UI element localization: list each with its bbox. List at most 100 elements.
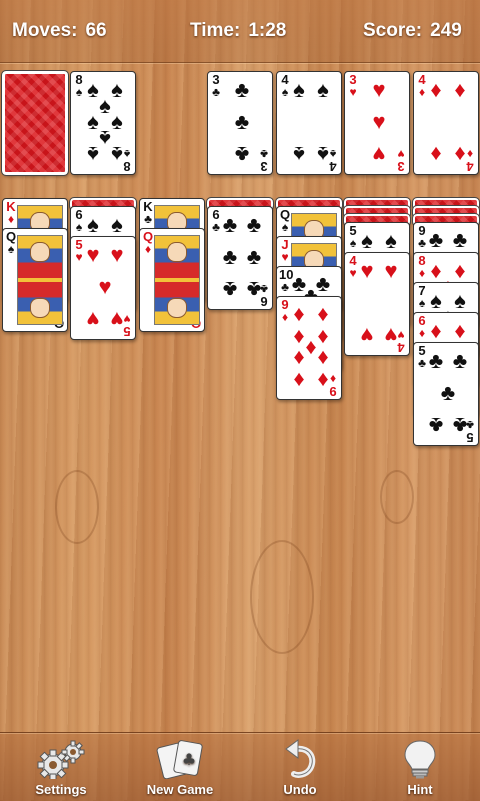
suit-pip: ♥ [372, 77, 386, 103]
suit-pip: ♣ [246, 244, 262, 269]
card-suit: ♠ [7, 242, 15, 256]
card-index: 3 ♥ [395, 147, 407, 174]
suit-pip: ♥ [360, 322, 374, 348]
card-suit: ♦ [7, 212, 15, 226]
card-index: K♦ [5, 200, 17, 225]
suit-pip: ♦ [317, 300, 329, 326]
card-suit: ♣ [260, 147, 268, 161]
score-label: Score: [363, 20, 423, 41]
suit-pip: ♠ [317, 141, 329, 167]
suit-pip: ♥ [384, 322, 398, 348]
tableau-card[interactable]: 9 ♦ 9 ♦ ♦ ♦ ♦ ♦ ♦ ♦ ♦ ♦ ♦ [276, 296, 342, 400]
card-suit: ♥ [349, 85, 357, 99]
wood-knot [250, 540, 314, 654]
suit-pip: ♠ [87, 212, 99, 238]
suit-pip: ♠ [385, 228, 397, 254]
suit-pip: ♥ [86, 242, 100, 268]
suit-pip: ♦ [430, 318, 442, 344]
suit-pip: ♠ [293, 141, 305, 167]
card-index: J♥ [279, 238, 291, 263]
card-suit: ♣ [144, 212, 152, 226]
toolbar: Settings ♣ New Game Undo Hint [0, 732, 480, 801]
court-card-art [154, 235, 200, 325]
suit-pip: ♦ [454, 318, 466, 344]
card-index: Q♠ [279, 208, 291, 233]
suit-pip: ♣ [222, 276, 238, 302]
foundation-card[interactable]: 3 ♣ 3 ♣ ♣ ♣ ♣ [207, 71, 273, 175]
suit-pip: ♦ [317, 368, 329, 394]
suit-pip: ♦ [430, 77, 442, 103]
suit-pip: ♥ [110, 242, 124, 268]
timer: Time: 1:28 [190, 20, 286, 42]
lightbulb-icon [404, 740, 436, 779]
time-label: Time: [190, 20, 241, 41]
wood-knot [55, 470, 99, 544]
card-index: 3 ♣ [210, 73, 222, 98]
card-suit: ♥ [397, 147, 405, 161]
card-rank: 3 [397, 159, 405, 174]
waste-card[interactable]: 8 ♠ 8 ♠ ♠ ♠ ♠ ♠ ♠ ♠ ♠ ♠ [70, 71, 136, 175]
tableau-card[interactable]: 6 ♣ 6 ♣ ♣ ♣ ♣ ♣ ♣ ♣ [207, 206, 273, 310]
hint-button[interactable]: Hint [375, 739, 465, 799]
suit-pip: ♣ [246, 276, 262, 302]
gears-icon [37, 740, 85, 779]
suit-pip: ♣ [452, 348, 468, 374]
suit-pip: ♥ [86, 306, 100, 332]
suit-pip: ♠ [87, 141, 99, 167]
card-suit: ♥ [281, 250, 289, 264]
score-counter: Score: 249 [363, 20, 462, 42]
suit-pip: ♥ [110, 306, 124, 332]
suit-pip: ♣ [222, 212, 238, 238]
card-index: 3 ♣ [258, 147, 270, 174]
card-index: K♣ [142, 200, 154, 225]
suit-pip: ♣ [246, 212, 262, 238]
foundation-card[interactable]: 3 ♥ 3 ♥ ♥ ♥ ♥ [344, 71, 410, 175]
suit-pip: ♠ [317, 77, 329, 103]
tableau-card[interactable]: 5 ♣ 5 ♣ ♣ ♣ ♣ ♣ ♣ [413, 342, 479, 446]
suit-pip: ♦ [454, 77, 466, 103]
moves-counter: Moves: 66 [12, 20, 107, 42]
suit-pip: ♦ [454, 141, 466, 167]
suit-pip: ♣ [428, 412, 444, 438]
suit-pip: ♠ [293, 77, 305, 103]
suit-pip: ♥ [372, 109, 386, 134]
wood-knot [380, 470, 414, 524]
card-index: 3 ♥ [347, 73, 359, 98]
hint-label: Hint [407, 782, 433, 797]
suit-pip: ♥ [372, 141, 386, 167]
suit-pip: ♥ [384, 258, 398, 284]
card-rank: 3 [260, 159, 268, 174]
tableau-card[interactable]: 5 ♥ 5 ♥ ♥ ♥ ♥ ♥ ♥ [70, 236, 136, 340]
settings-button[interactable]: Settings [16, 739, 106, 799]
tableau-card[interactable]: Q♦Q♦ [139, 228, 205, 332]
new-game-button[interactable]: ♣ New Game [135, 739, 225, 799]
time-value: 1:28 [248, 20, 287, 41]
undo-button[interactable]: Undo [255, 739, 345, 799]
moves-label: Moves: [12, 20, 78, 41]
card-suit: ♦ [144, 242, 152, 256]
card-index: Q♦ [142, 230, 154, 255]
tableau-card[interactable]: Q♠Q♠ [2, 228, 68, 332]
status-bar: Moves: 66 Time: 1:28 Score: 249 [0, 0, 480, 63]
suit-pip: ♥ [98, 274, 112, 299]
foundation-card[interactable]: 4 ♦ 4 ♦ ♦ ♦ ♦ ♦ [413, 71, 479, 175]
court-card-art [17, 235, 63, 325]
stock-pile[interactable] [1, 70, 69, 176]
suit-pip: ♣ [222, 244, 238, 269]
suit-pip: ♦ [293, 346, 305, 372]
score-value: 249 [430, 20, 462, 41]
suit-pip: ♣ [452, 412, 468, 438]
card-index: Q♠ [5, 230, 17, 255]
suit-pip: ♣ [234, 141, 250, 167]
foundation-card[interactable]: 4 ♠ 4 ♠ ♠ ♠ ♠ ♠ [276, 71, 342, 175]
suit-pip: ♦ [430, 141, 442, 167]
suit-pip: ♦ [317, 346, 329, 372]
suit-pip: ♦ [293, 368, 305, 394]
tableau-card[interactable]: 4 ♥ 4 ♥ ♥ ♥ ♥ ♥ [344, 252, 410, 356]
suit-pip: ♣ [234, 77, 250, 103]
undo-arrow-icon [285, 739, 316, 778]
card-suit: ♠ [281, 220, 289, 234]
new-game-label: New Game [146, 782, 214, 797]
cards-icon: ♣ [156, 740, 203, 779]
suit-pip: ♠ [361, 228, 373, 254]
